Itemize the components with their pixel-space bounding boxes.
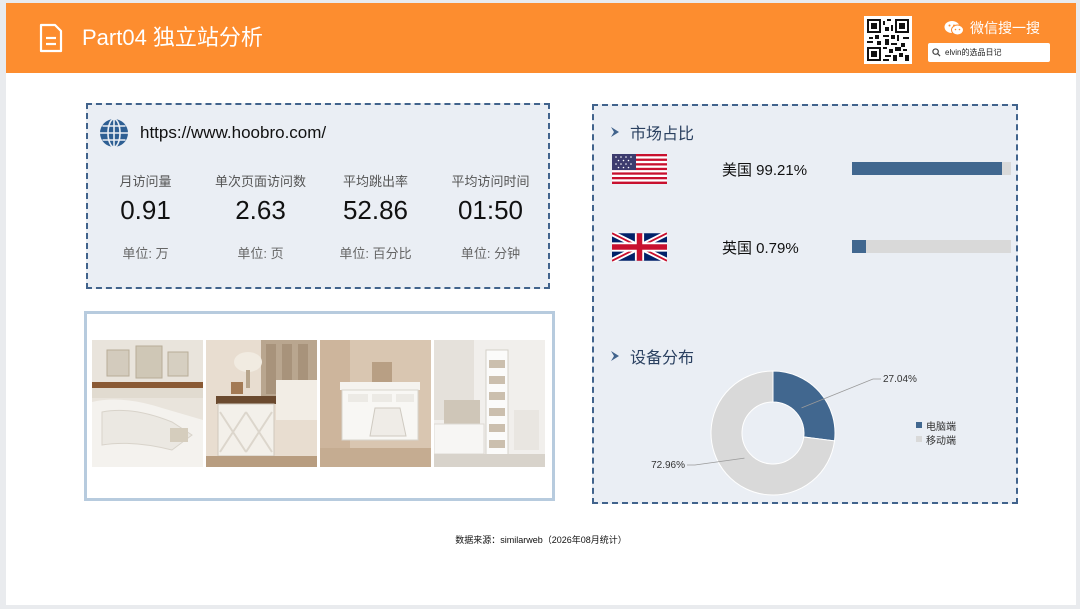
stat-avg-visit-duration: 平均访问时间 01:50 单位: 分钟 xyxy=(451,174,530,261)
site-info: https://www.hoobro.com/ xyxy=(98,117,326,149)
market-bar-uk xyxy=(852,240,1011,253)
slide: Part04 独立站分析 微信搜一搜 elvin的选品日记 https://ww… xyxy=(6,3,1076,605)
market-row-us: 美国 99.21% xyxy=(612,154,1012,184)
data-source-note: 数据来源：similarweb（2026年08月统计） xyxy=(455,535,627,545)
market-bar-fill-uk xyxy=(852,240,867,253)
market-row-uk: 英国 0.79% xyxy=(612,232,1012,262)
search-text: elvin的选品日记 xyxy=(945,48,1002,57)
globe-icon xyxy=(100,118,128,148)
product-image-shoe-rack xyxy=(434,340,545,467)
legend-item-mobile: 移动端 xyxy=(916,432,956,447)
us-flag-icon xyxy=(612,154,667,184)
legend-item-desktop: 电脑端 xyxy=(916,418,956,433)
market-bar-us xyxy=(852,162,1011,175)
chevron-right-icon xyxy=(611,127,619,137)
market-label-us: 美国 99.21% xyxy=(722,162,808,179)
site-stats-panel: https://www.hoobro.com/ 月访问量 0.91 单位: 万 … xyxy=(86,103,550,289)
legend-swatch-desktop xyxy=(916,422,922,428)
document-icon xyxy=(39,23,63,53)
search-input[interactable]: elvin的选品日记 xyxy=(928,43,1050,62)
product-image-sofa-table xyxy=(92,340,203,467)
page-title: Part04 独立站分析 xyxy=(82,25,263,50)
search-icon xyxy=(932,48,941,57)
header-bar: Part04 独立站分析 微信搜一搜 elvin的选品日记 xyxy=(6,3,1076,73)
wechat-search-label: 微信搜一搜 xyxy=(944,18,1040,38)
legend-swatch-mobile xyxy=(916,436,922,442)
donut-slice-desktop xyxy=(772,370,836,442)
stat-monthly-visits: 月访问量 0.91 单位: 万 xyxy=(119,174,172,261)
product-image-strip xyxy=(92,340,545,467)
market-share-heading: 市场占比 xyxy=(610,120,694,144)
stat-bounce-rate: 平均跳出率 52.86 单位: 百分比 xyxy=(339,174,412,261)
stats-row: 月访问量 0.91 单位: 万 单次页面访问数 2.63 单位: 页 平均跳出率… xyxy=(88,171,548,262)
site-url-link[interactable]: https://www.hoobro.com/ xyxy=(140,123,326,143)
device-legend: 电脑端 移动端 xyxy=(916,418,956,447)
stat-pages-per-visit: 单次页面访问数 2.63 单位: 页 xyxy=(214,174,306,261)
donut-label-mobile: 72.96% xyxy=(651,460,685,471)
market-label-uk: 英国 0.79% xyxy=(722,240,799,257)
donut-label-desktop: 27.04% xyxy=(883,374,917,385)
wechat-icon xyxy=(944,21,964,36)
market-device-panel: 市场占比 美国 99.21% 英国 0.79% 设备分布 27.04% 72.9… xyxy=(592,104,1018,504)
product-images-panel xyxy=(84,311,555,501)
qr-code xyxy=(864,16,912,64)
product-image-nightstand xyxy=(206,340,317,467)
uk-flag-icon xyxy=(612,232,667,262)
chevron-right-icon xyxy=(611,351,619,361)
product-image-cabinet xyxy=(320,340,431,467)
market-bar-fill-us xyxy=(852,162,1002,175)
